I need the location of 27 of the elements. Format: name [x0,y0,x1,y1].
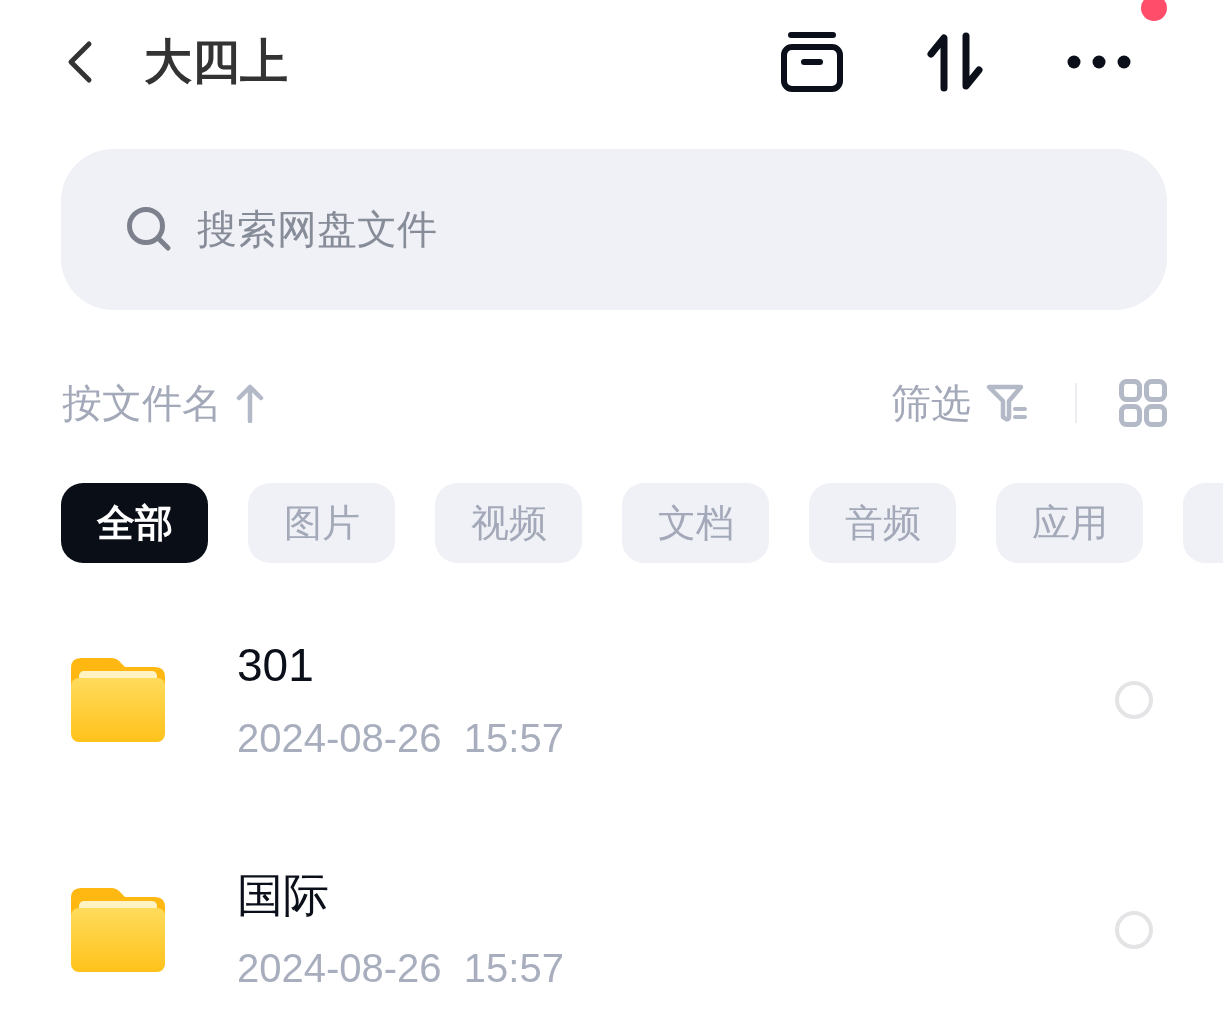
file-name: 国际 [237,868,329,922]
folder-icon [71,888,165,972]
category-tab[interactable]: 视频 [435,483,582,563]
sort-by-name-button[interactable]: 按文件名 [62,378,264,428]
search-icon [126,206,172,252]
category-tab[interactable]: 全部 [61,483,208,563]
filter-button[interactable]: 筛选 [891,378,1027,428]
back-chevron-icon [67,40,93,84]
folder-title: 大四上 [144,34,288,90]
more-dots-icon [1067,55,1131,69]
grid-view-icon [1119,379,1167,427]
category-tab[interactable]: 应用 [996,483,1143,563]
filter-funnel-icon [985,383,1027,423]
file-date: 2024-08-26 15:57 [237,715,564,762]
select-radio[interactable] [1115,681,1153,719]
archive-button[interactable] [780,31,844,93]
category-tab[interactable]: 图片 [248,483,395,563]
category-tab[interactable]: 音频 [809,483,956,563]
select-radio[interactable] [1115,911,1153,949]
arrow-up-icon [236,383,264,423]
file-date: 2024-08-26 15:57 [237,945,564,992]
category-tab[interactable]: 文档 [622,483,769,563]
archive-box-icon [781,32,843,92]
file-name: 301 [237,638,314,692]
sort-button[interactable] [926,31,984,93]
search-field[interactable]: 搜索网盘文件 [61,149,1167,310]
folder-icon [71,658,165,742]
